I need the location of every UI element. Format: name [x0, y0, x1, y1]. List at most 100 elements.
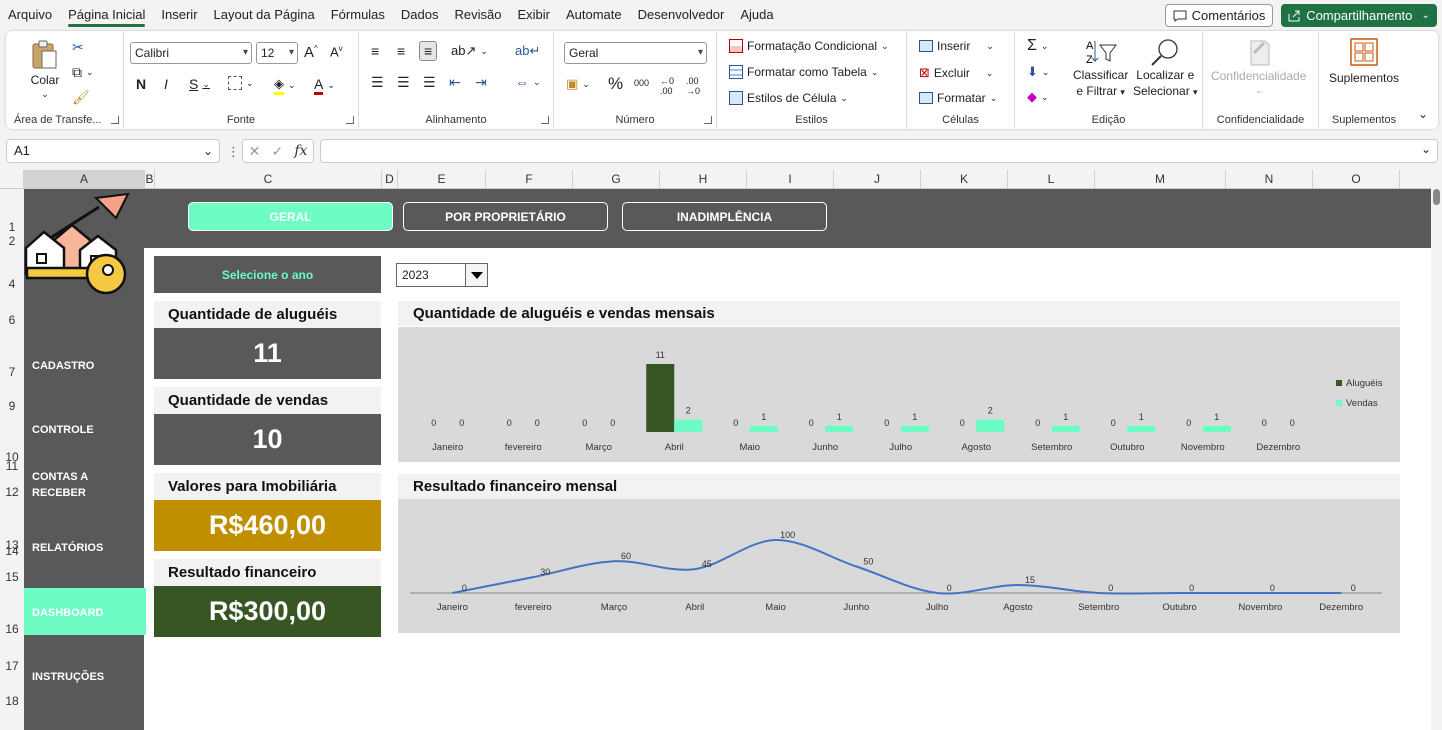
row-header[interactable]: 1: [0, 220, 24, 234]
row-header[interactable]: 14: [0, 544, 24, 558]
menu-tab-2[interactable]: Inserir: [153, 0, 205, 30]
tab-geral[interactable]: GERAL: [188, 202, 393, 231]
wrap-text-button[interactable]: ab↵: [515, 43, 540, 59]
align-left-button[interactable]: ☰: [371, 74, 384, 91]
merge-center-button[interactable]: ⇔ ⌄: [515, 74, 541, 90]
menu-tab-6[interactable]: Revisão: [447, 0, 510, 30]
menu-tab-5[interactable]: Dados: [393, 0, 447, 30]
row-header[interactable]: 18: [0, 694, 24, 708]
currency-format-button[interactable]: ▣ ⌄: [566, 76, 590, 92]
column-header[interactable]: D: [382, 170, 398, 189]
align-middle-button[interactable]: ≡: [397, 43, 405, 59]
menu-tab-1[interactable]: Página Inicial: [60, 0, 153, 30]
format-painter-button[interactable]: 🖌: [72, 89, 90, 106]
column-header[interactable]: G: [573, 170, 660, 189]
formula-input[interactable]: ⌄: [320, 139, 1438, 163]
bold-button[interactable]: N: [136, 76, 146, 92]
menu-tab-7[interactable]: Exibir: [509, 0, 558, 30]
cell-styles-button[interactable]: Estilos de Célula ⌄: [729, 91, 848, 105]
percent-button[interactable]: %: [608, 74, 623, 94]
align-bottom-button[interactable]: ≡: [419, 41, 438, 61]
sidebar-item-cadastro[interactable]: CADASTRO: [32, 358, 142, 374]
column-header[interactable]: J: [834, 170, 921, 189]
row-header[interactable]: 7: [0, 365, 24, 379]
fill-button[interactable]: ⬇ ⌄: [1027, 64, 1049, 80]
column-header[interactable]: N: [1226, 170, 1313, 189]
align-right-button[interactable]: ☰: [423, 74, 436, 91]
paste-button[interactable]: Colar ⌄: [30, 39, 60, 100]
format-as-table-button[interactable]: Formatar como Tabela ⌄: [729, 65, 878, 79]
menu-tab-9[interactable]: Desenvolvedor: [630, 0, 733, 30]
addins-button[interactable]: Suplementos: [1329, 37, 1399, 85]
autosum-button[interactable]: Σ ⌄: [1027, 37, 1048, 55]
font-size-select[interactable]: 12 ▾: [256, 42, 298, 64]
column-header[interactable]: L: [1008, 170, 1095, 189]
name-box[interactable]: A1 ⌄: [6, 139, 220, 163]
row-header[interactable]: 12: [0, 485, 24, 499]
dialog-launcher-icon[interactable]: [111, 116, 119, 124]
copy-button[interactable]: ⧉ ⌄: [72, 64, 94, 81]
increase-indent-button[interactable]: ⇥: [475, 74, 487, 91]
row-header[interactable]: 6: [0, 313, 24, 327]
clear-button[interactable]: ◆ ⌄: [1027, 89, 1049, 105]
row-header[interactable]: 16: [0, 622, 24, 636]
column-header[interactable]: B: [145, 170, 155, 189]
column-header[interactable]: I: [747, 170, 834, 189]
line-chart-panel[interactable]: 0 Janeiro 30 fevereiro 60 Março 45 Abril 100 Maio…: [398, 499, 1400, 633]
sidebar-item-instrucoes[interactable]: INSTRUÇÕES: [32, 669, 142, 685]
function-icon[interactable]: fx: [294, 143, 307, 159]
row-header[interactable]: 2: [0, 234, 24, 248]
select-all-corner[interactable]: [0, 170, 24, 189]
column-header[interactable]: C: [155, 170, 382, 189]
column-header[interactable]: M: [1095, 170, 1226, 189]
align-top-button[interactable]: ≡: [371, 43, 379, 59]
menu-tab-10[interactable]: Ajuda: [732, 0, 781, 30]
conditional-formatting-button[interactable]: Formatação Condicional ⌄: [729, 39, 889, 53]
row-header[interactable]: 15: [0, 570, 24, 584]
italic-button[interactable]: I: [164, 76, 168, 92]
sidebar-item-relatorios[interactable]: RELATÓRIOS: [32, 540, 142, 556]
share-button[interactable]: Compartilhamento ⌄: [1281, 4, 1437, 27]
tab-inadimplencia[interactable]: INADIMPLÊNCIA: [622, 202, 827, 231]
increase-decimal-button[interactable]: ←0.00: [660, 76, 674, 96]
scrollbar-thumb[interactable]: [1433, 189, 1440, 205]
menu-tab-8[interactable]: Automate: [558, 0, 630, 30]
thousands-separator-button[interactable]: 000: [634, 78, 649, 88]
menu-tab-0[interactable]: Arquivo: [0, 0, 60, 30]
row-header[interactable]: 9: [0, 399, 24, 413]
column-header[interactable]: O: [1313, 170, 1400, 189]
number-format-select[interactable]: Geral ▾: [564, 42, 707, 64]
year-dropdown[interactable]: 2023: [396, 263, 488, 287]
sidebar-item-contas-a-receber[interactable]: CONTAS A RECEBER: [32, 469, 107, 501]
column-header[interactable]: A: [24, 170, 145, 189]
check-icon[interactable]: ✓: [271, 143, 283, 160]
row-header[interactable]: 11: [0, 459, 24, 473]
tab-por-proprietario[interactable]: POR PROPRIETÁRIO: [403, 202, 608, 231]
column-header[interactable]: E: [398, 170, 486, 189]
collapse-ribbon-button[interactable]: ⌄: [1418, 107, 1428, 121]
more-options-icon[interactable]: ⋮: [227, 144, 240, 160]
increase-font-button[interactable]: A^: [304, 44, 318, 61]
sort-filter-button[interactable]: AZ Classificar e Filtrar ▾: [1073, 37, 1128, 100]
dropdown-arrow-icon[interactable]: [465, 264, 487, 286]
sidebar-item-controle[interactable]: CONTROLE: [32, 422, 142, 438]
dialog-launcher-icon[interactable]: [704, 116, 712, 124]
orientation-button[interactable]: ab↗ ⌄: [451, 43, 488, 59]
comments-button[interactable]: Comentários: [1165, 4, 1273, 27]
row-header[interactable]: 17: [0, 659, 24, 673]
cancel-icon[interactable]: ✕: [249, 143, 261, 160]
column-header[interactable]: H: [660, 170, 747, 189]
font-family-select[interactable]: Calibri ▾: [130, 42, 252, 64]
menu-tab-4[interactable]: Fórmulas: [323, 0, 393, 30]
insert-cells-button[interactable]: Inserir ⌄: [919, 39, 994, 53]
cut-button[interactable]: ✂: [72, 39, 84, 56]
sidebar-item-dashboard[interactable]: DASHBOARD: [32, 605, 142, 621]
sensitivity-button[interactable]: Confidencialidade ⌄: [1211, 37, 1306, 96]
row-header[interactable]: 4: [0, 277, 24, 291]
decrease-decimal-button[interactable]: .00 →0: [686, 76, 700, 96]
underline-button[interactable]: S ⌄: [189, 76, 210, 92]
column-header[interactable]: K: [921, 170, 1008, 189]
find-select-button[interactable]: Localizar e Selecionar ▾: [1133, 37, 1198, 100]
fill-color-button[interactable]: ◈ ⌄: [274, 76, 296, 95]
dialog-launcher-icon[interactable]: [346, 116, 354, 124]
